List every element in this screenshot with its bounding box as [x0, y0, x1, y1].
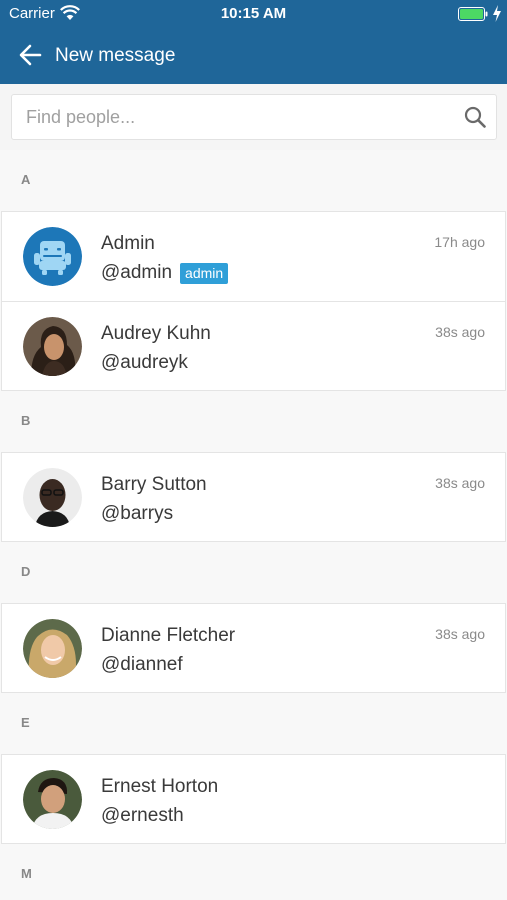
status-bar: Carrier 10:15 AM [0, 0, 507, 28]
contact-name: Barry Sutton [101, 474, 207, 495]
avatar [23, 770, 82, 829]
contact-handle: @barrys [101, 503, 174, 524]
contact-name: Admin [101, 233, 155, 254]
section-header-b: B [0, 391, 507, 452]
avatar [23, 227, 82, 286]
top-bar: Carrier 10:15 AM New message [0, 0, 507, 84]
contact-name: Ernest Horton [101, 776, 219, 797]
contact-handle: @ernesth [101, 805, 184, 826]
contact-handle: @audreyk [101, 352, 188, 373]
people-list: A Admin @admin admin 17h ago Audrey Kuhn… [0, 150, 507, 900]
list-item[interactable]: Dianne Fletcher @diannef 38s ago [1, 603, 506, 693]
section-header-e: E [0, 693, 507, 754]
last-seen-time: 38s ago [435, 324, 485, 340]
search-bar [0, 84, 507, 150]
avatar [23, 619, 82, 678]
section-header-a: A [0, 150, 507, 211]
page-title: New message [55, 45, 176, 66]
list-item[interactable]: Admin @admin admin 17h ago [1, 211, 506, 301]
person-photo-icon [23, 317, 82, 376]
back-arrow-icon[interactable] [18, 42, 44, 68]
list-item[interactable]: Ernest Horton @ernesth [1, 754, 506, 844]
charging-bolt-icon [493, 5, 501, 22]
admin-badge: admin [180, 262, 229, 284]
avatar [23, 317, 82, 376]
last-seen-time: 38s ago [435, 626, 485, 642]
section-header-d: D [0, 542, 507, 603]
avatar [23, 468, 82, 527]
contact-name: Audrey Kuhn [101, 323, 211, 344]
battery-icon [458, 7, 488, 21]
search-input[interactable] [26, 95, 446, 139]
last-seen-time: 38s ago [435, 475, 485, 491]
section-header-m: M [0, 844, 507, 900]
search-icon[interactable] [464, 106, 486, 128]
person-photo-icon [23, 468, 82, 527]
person-photo-icon [23, 619, 82, 678]
contact-handle: @diannef [101, 654, 183, 675]
list-item[interactable]: Audrey Kuhn @audreyk 38s ago [1, 301, 506, 391]
search-box [11, 94, 497, 140]
contact-handle-row: @admin admin [101, 262, 229, 284]
robot-icon [23, 227, 82, 286]
status-time: 10:15 AM [220, 5, 287, 22]
last-seen-time: 17h ago [434, 234, 485, 250]
person-photo-icon [23, 770, 82, 829]
contact-handle: @admin [101, 262, 173, 283]
contact-name: Dianne Fletcher [101, 625, 236, 646]
list-item[interactable]: Barry Sutton @barrys 38s ago [1, 452, 506, 542]
